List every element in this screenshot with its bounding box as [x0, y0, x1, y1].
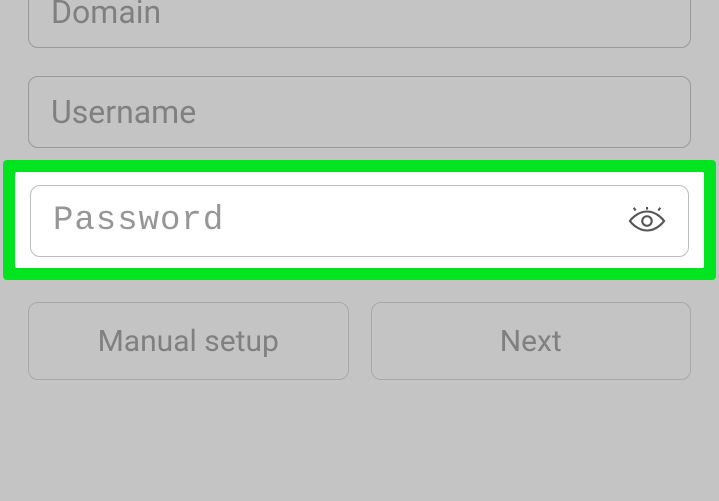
- domain-field[interactable]: Domain: [28, 0, 691, 48]
- manual-setup-button[interactable]: Manual setup: [28, 302, 349, 380]
- eye-icon[interactable]: [628, 207, 666, 235]
- username-field[interactable]: Username: [28, 76, 691, 148]
- username-placeholder: Username: [51, 93, 196, 131]
- manual-setup-label: Manual setup: [98, 324, 279, 359]
- next-button[interactable]: Next: [371, 302, 692, 380]
- password-placeholder: Password: [53, 202, 224, 240]
- domain-placeholder: Domain: [51, 0, 161, 31]
- next-label: Next: [500, 324, 562, 359]
- password-field[interactable]: Password: [30, 185, 689, 257]
